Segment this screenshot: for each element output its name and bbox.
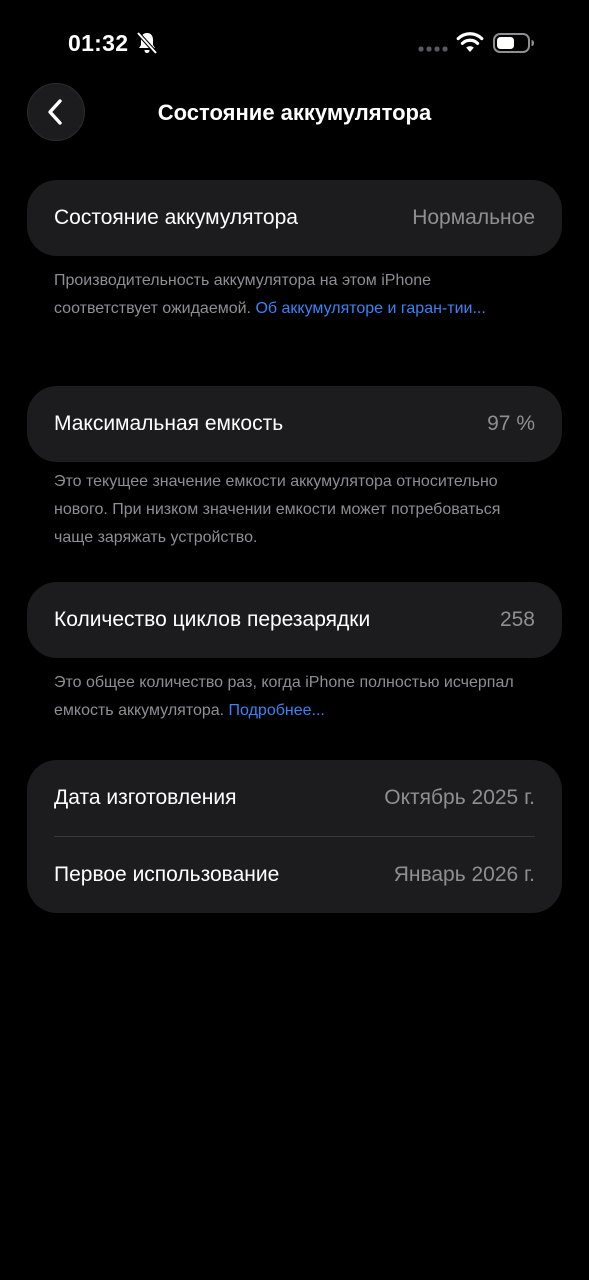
cycles-row: Количество циклов перезарядки 258 xyxy=(27,582,562,658)
page-title: Состояние аккумулятора xyxy=(157,100,432,125)
wifi-icon xyxy=(456,32,484,52)
health-row: Состояние аккумулятора Нормальное xyxy=(27,180,562,256)
cycles-card: Количество циклов перезарядки 258 xyxy=(27,582,562,658)
warranty-link[interactable]: Об аккумуляторе и гаран-тии... xyxy=(255,300,485,317)
capacity-card: Максимальная емкость 97 % xyxy=(27,386,562,462)
first-use-label: Первое использование xyxy=(54,863,280,886)
status-bar: 01:32 xyxy=(0,0,589,88)
learn-more-link[interactable]: Подробнее... xyxy=(229,702,325,719)
battery-icon xyxy=(493,33,534,53)
manufacture-label: Дата изготовления xyxy=(54,786,237,809)
cycles-footnote: Это общее количество раз, когда iPhone п… xyxy=(54,669,524,725)
capacity-label: Максимальная емкость xyxy=(54,412,284,435)
first-use-row: Первое использование Январь 2026 г. xyxy=(27,837,562,913)
health-card: Состояние аккумулятора Нормальное xyxy=(27,180,562,256)
battery-health-screen: 01:32 Состояние аккумулятора Состояние а… xyxy=(0,0,589,1280)
capacity-value: 97 % xyxy=(487,412,535,435)
manufacture-row: Дата изготовления Октябрь 2025 г. xyxy=(27,760,562,836)
dates-card: Дата изготовления Октябрь 2025 г. Первое… xyxy=(27,760,562,913)
health-footnote: Производительность аккумулятора на этом … xyxy=(54,267,524,323)
cycles-value: 258 xyxy=(499,608,535,631)
cycles-label: Количество циклов перезарядки xyxy=(54,608,371,631)
manufacture-value: Октябрь 2025 г. xyxy=(384,786,535,809)
capacity-footnote: Это текущее значение емкости аккумулятор… xyxy=(54,473,501,546)
bell-slash-icon xyxy=(136,31,158,55)
health-label: Состояние аккумулятора xyxy=(54,206,298,229)
signal-icon xyxy=(418,46,448,52)
first-use-value: Январь 2026 г. xyxy=(393,863,535,886)
status-time: 01:32 xyxy=(68,30,129,56)
health-value: Нормальное xyxy=(412,206,535,229)
capacity-row: Максимальная емкость 97 % xyxy=(27,386,562,462)
